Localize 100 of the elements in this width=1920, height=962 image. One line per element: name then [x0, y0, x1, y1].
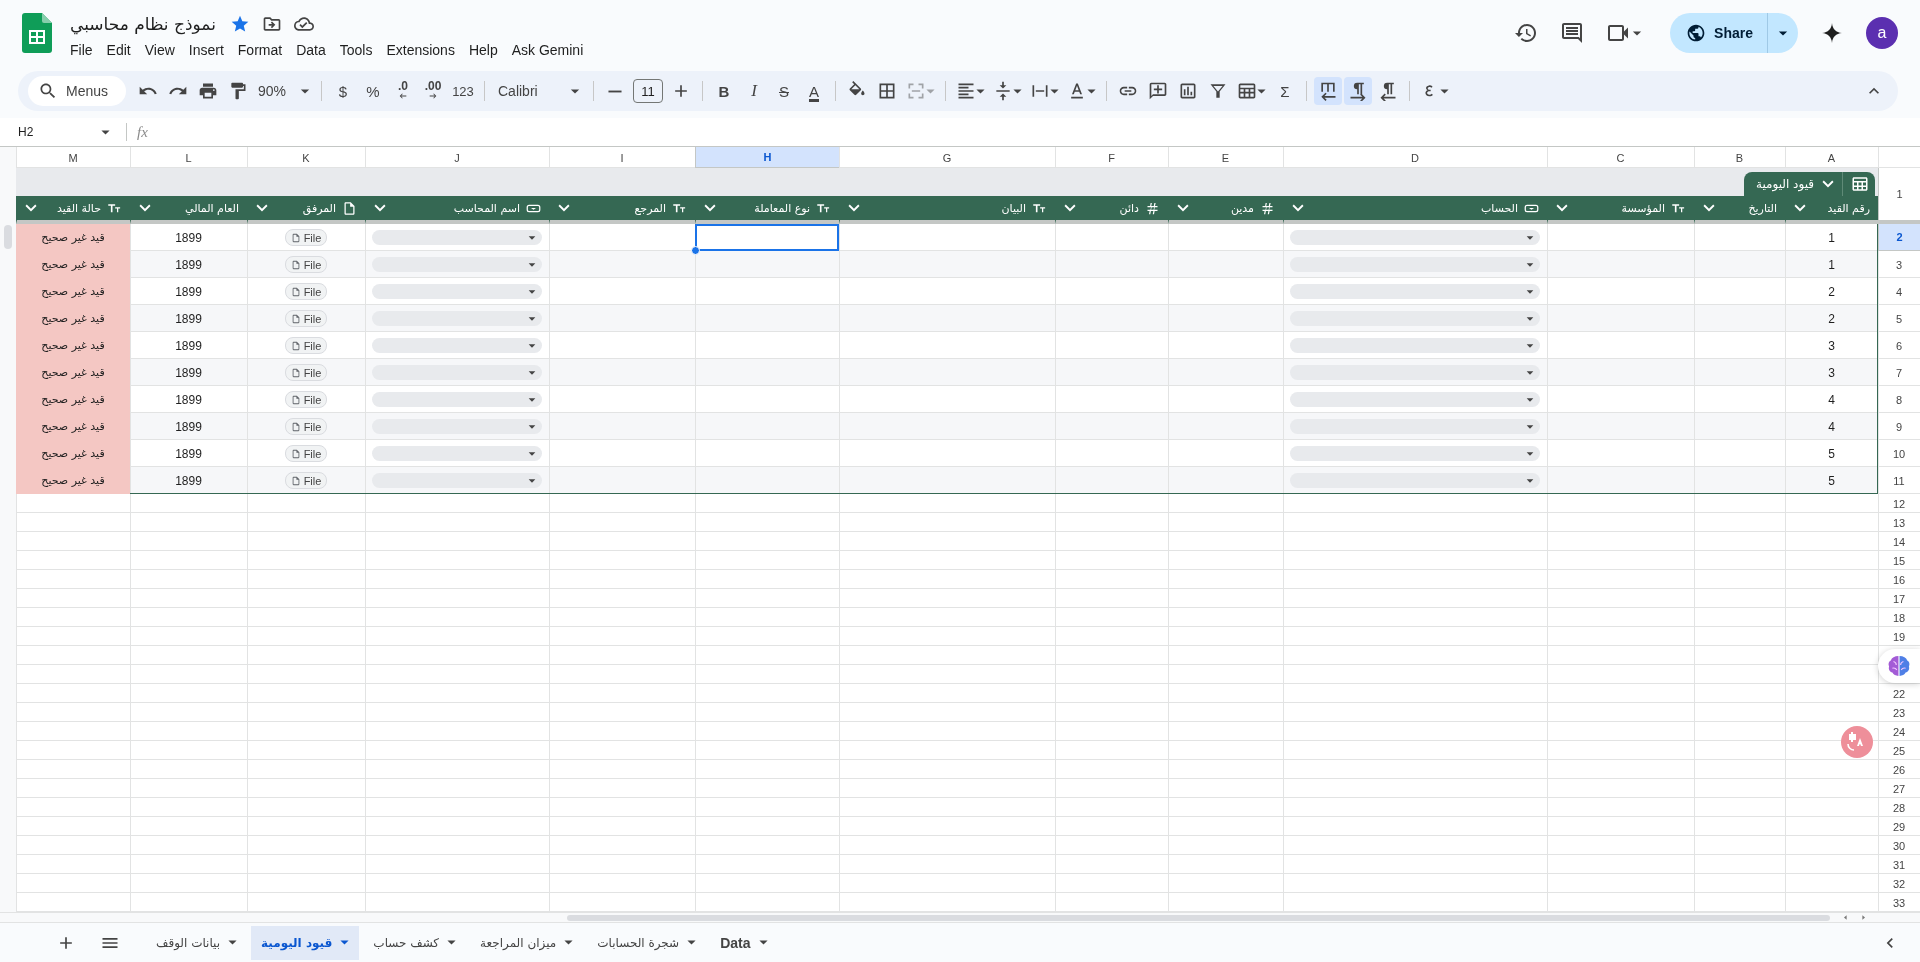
column-header[interactable]: A — [1785, 147, 1878, 168]
strikethrough-button[interactable]: S — [770, 77, 798, 105]
table-column-header[interactable]: رقم القيد — [1785, 196, 1878, 224]
row-header[interactable]: 16 — [1878, 570, 1920, 589]
menu-item[interactable]: Ask Gemini — [504, 40, 591, 60]
table-column-header[interactable]: الحساب — [1283, 196, 1547, 224]
row-header[interactable]: 3 — [1878, 251, 1920, 278]
row-header[interactable]: 17 — [1878, 589, 1920, 608]
document-title[interactable]: نموذج نظام محاسبي — [68, 14, 218, 34]
row-header[interactable]: 8 — [1878, 386, 1920, 413]
table-column-header[interactable]: دائن — [1055, 196, 1168, 224]
cloud-check-icon[interactable] — [293, 14, 314, 34]
file-chip[interactable]: File — [284, 229, 328, 246]
row-header[interactable]: 12 — [1878, 494, 1920, 513]
table-column-header[interactable]: المرجع — [549, 196, 695, 224]
row-header[interactable]: 22 — [1878, 684, 1920, 703]
decrease-decimal-button[interactable]: .0 — [389, 77, 417, 105]
table-column-header[interactable]: نوع المعاملة — [695, 196, 839, 224]
column-header[interactable]: J — [365, 147, 549, 168]
left-to-right-button[interactable] — [1344, 77, 1372, 105]
sheet-tab[interactable]: كشف حساب — [363, 925, 467, 960]
chevron-icon[interactable] — [1064, 204, 1076, 212]
table-column-header[interactable]: مدين — [1168, 196, 1283, 224]
font-dropdown[interactable]: Calibri — [492, 77, 586, 105]
chevron-icon[interactable] — [558, 204, 570, 212]
menu-item[interactable]: Extensions — [379, 40, 462, 60]
row-header[interactable]: 23 — [1878, 703, 1920, 722]
sheet-tab[interactable]: قيود اليومية — [251, 925, 360, 960]
sheet-tab[interactable]: ميزان المراجعة — [470, 925, 584, 960]
chevron-icon[interactable] — [1794, 204, 1806, 212]
row-header[interactable]: 25 — [1878, 741, 1920, 760]
zoom-dropdown[interactable]: 90% — [254, 77, 314, 105]
comment-icon[interactable] — [1560, 21, 1585, 45]
table-column-header[interactable]: المؤسسة — [1547, 196, 1694, 224]
percent-button[interactable]: % — [359, 77, 387, 105]
sheet-tab[interactable]: شجرة الحسابات — [587, 925, 707, 960]
chevron-icon[interactable] — [1556, 204, 1568, 212]
row-header[interactable]: 27 — [1878, 779, 1920, 798]
row-header[interactable]: 10 — [1878, 440, 1920, 467]
column-header[interactable]: K — [247, 147, 365, 168]
row-header[interactable]: 24 — [1878, 722, 1920, 741]
chevron-icon[interactable] — [25, 204, 37, 212]
currency-button[interactable]: $ — [329, 77, 357, 105]
row-header[interactable]: 2 — [1878, 224, 1920, 251]
row-header[interactable]: 33 — [1878, 893, 1920, 912]
row-header[interactable]: 15 — [1878, 551, 1920, 570]
sheet-direction-button[interactable] — [1314, 77, 1342, 105]
scroll-thumb[interactable] — [567, 915, 1830, 921]
column-header[interactable]: E — [1168, 147, 1283, 168]
history-icon[interactable] — [1514, 21, 1539, 45]
chevron-icon[interactable] — [1177, 204, 1189, 212]
row-header[interactable]: 6 — [1878, 332, 1920, 359]
increase-decimal-button[interactable]: .00 — [419, 77, 447, 105]
row-header[interactable]: 1 — [1878, 168, 1920, 224]
sheet-tab[interactable]: بيانات الوقف — [146, 925, 248, 960]
column-header[interactable]: F — [1055, 147, 1168, 168]
number-format-button[interactable]: 123 — [449, 77, 477, 105]
menu-item[interactable]: Format — [230, 40, 290, 60]
table-name-tab[interactable]: قيود اليومية — [1744, 172, 1875, 196]
row-header[interactable]: 30 — [1878, 836, 1920, 855]
table-column-header[interactable]: حالة القيد — [16, 196, 130, 224]
table-column-header[interactable]: التاريخ — [1694, 196, 1785, 224]
column-header[interactable]: I — [549, 147, 695, 168]
chevron-icon[interactable] — [139, 204, 151, 212]
row-header[interactable]: 4 — [1878, 278, 1920, 305]
column-header[interactable]: C — [1547, 147, 1694, 168]
chevron-icon[interactable] — [848, 204, 860, 212]
row-header[interactable]: 7 — [1878, 359, 1920, 386]
sheet-tab[interactable]: Data — [710, 925, 778, 960]
column-header[interactable]: H — [695, 147, 839, 168]
row-header[interactable]: 5 — [1878, 305, 1920, 332]
row-header[interactable]: 13 — [1878, 513, 1920, 532]
column-header[interactable]: B — [1694, 147, 1785, 168]
row-header[interactable]: 19 — [1878, 627, 1920, 646]
table-column-header[interactable]: العام المالي — [130, 196, 247, 224]
account-avatar[interactable]: a — [1866, 17, 1898, 49]
bold-button[interactable]: B — [710, 77, 738, 105]
row-header[interactable]: 11 — [1878, 467, 1920, 494]
row-header[interactable]: 18 — [1878, 608, 1920, 627]
extension-widget[interactable] — [1878, 649, 1920, 683]
menu-item[interactable]: File — [68, 40, 100, 60]
sheets-logo-icon[interactable] — [22, 13, 52, 53]
file-chip[interactable]: File — [284, 391, 328, 408]
menu-search-field[interactable]: Menus — [28, 76, 126, 106]
file-chip[interactable]: File — [284, 337, 328, 354]
column-header[interactable]: M — [16, 147, 130, 168]
menu-item[interactable]: Data — [289, 40, 333, 60]
file-chip[interactable]: File — [284, 445, 328, 462]
menu-item[interactable]: Insert — [181, 40, 231, 60]
chevron-icon[interactable] — [704, 204, 716, 212]
row-header[interactable]: 28 — [1878, 798, 1920, 817]
file-chip[interactable]: File — [284, 283, 328, 300]
move-folder-icon[interactable] — [261, 14, 282, 34]
functions-button[interactable]: Σ — [1271, 77, 1299, 105]
menu-item[interactable]: View — [137, 40, 182, 60]
font-size-field[interactable]: 11 — [633, 79, 663, 103]
table-column-header[interactable]: البيان — [839, 196, 1055, 224]
chevron-icon[interactable] — [374, 204, 386, 212]
row-header[interactable]: 31 — [1878, 855, 1920, 874]
italic-button[interactable]: I — [740, 77, 768, 105]
